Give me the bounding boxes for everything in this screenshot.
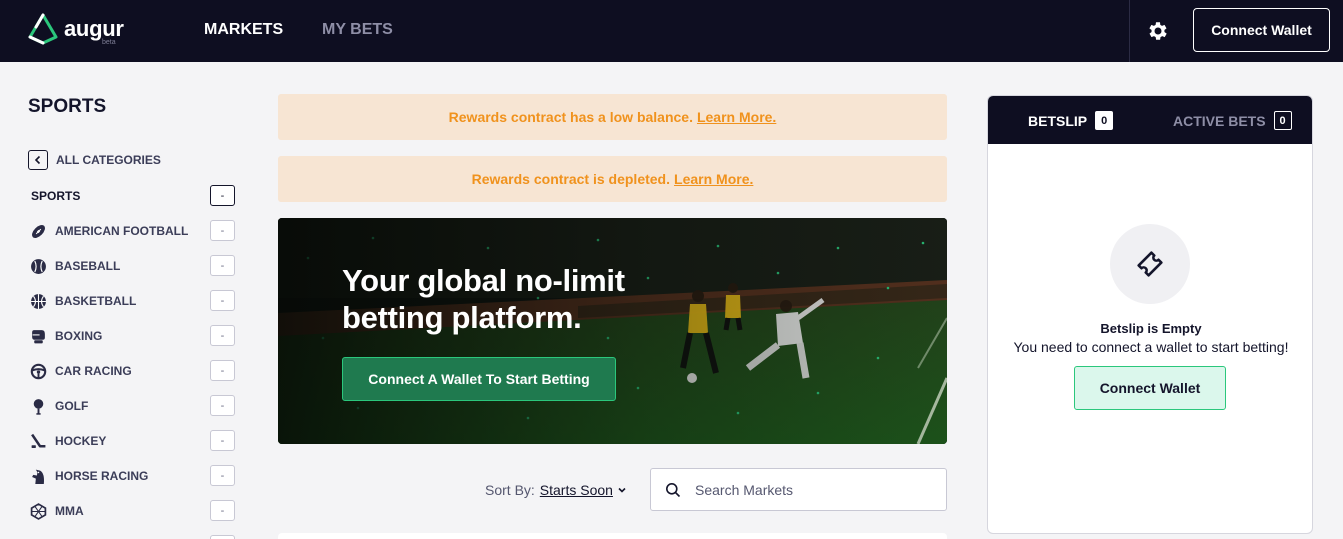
sidebar-item-label: CAR RACING (55, 364, 132, 378)
betslip-empty-title: Betslip is Empty (1100, 321, 1202, 336)
search-icon (666, 482, 681, 497)
sidebar-item-label: HOCKEY (55, 434, 107, 448)
category-count-badge: - (210, 185, 235, 206)
active-bets-count-badge: 0 (1273, 111, 1292, 130)
markets-list (278, 533, 947, 539)
basketball-icon (28, 291, 48, 311)
betslip-panel: BETSLIP 0 ACTIVE BETS 0 Betslip is Empty… (987, 95, 1313, 534)
category-count-badge: - (210, 220, 235, 241)
all-categories-link[interactable]: ALL CATEGORIES (28, 150, 161, 170)
nav-markets[interactable]: MARKETS (204, 21, 283, 39)
hero-banner: Your global no-limit betting platform. C… (278, 218, 947, 444)
sidebar-item-mma[interactable]: MMA - (28, 500, 235, 522)
gear-icon[interactable] (1145, 19, 1169, 43)
chevron-left-icon (28, 150, 48, 170)
connect-wallet-button[interactable]: Connect Wallet (1193, 8, 1330, 52)
sidebar-item-baseball[interactable]: BASEBALL - (28, 255, 235, 277)
sidebar-item-label: HORSE RACING (55, 469, 149, 483)
baseball-icon (28, 256, 48, 276)
sidebar-item-hockey[interactable]: HOCKEY - (28, 430, 235, 452)
category-count-badge: - (210, 325, 235, 346)
sidebar-item-label: SPORTS (31, 189, 81, 203)
hero-title: Your global no-limit betting platform. (342, 263, 625, 335)
notice-text: Rewards contract has a low balance. (448, 109, 693, 125)
boxing-glove-icon (28, 326, 48, 346)
sidebar-item-label: BASEBALL (55, 259, 121, 273)
learn-more-link[interactable]: Learn More. (697, 109, 776, 125)
sort-value: Starts Soon (539, 482, 613, 498)
sidebar-item-sports[interactable]: SPORTS - (28, 185, 235, 207)
notice-text: Rewards contract is depleted. (471, 171, 671, 187)
all-categories-label: ALL CATEGORIES (56, 153, 161, 167)
tab-label: ACTIVE BETS (1173, 112, 1266, 129)
sidebar-item-label: MMA (55, 504, 84, 518)
ticket-icon (1110, 224, 1190, 304)
connect-wallet-cta-button[interactable]: Connect A Wallet To Start Betting (342, 357, 616, 401)
category-count-badge: - (210, 500, 235, 521)
sidebar-item-horse-racing[interactable]: HORSE RACING - (28, 465, 235, 487)
sidebar-item-label: BOXING (55, 329, 103, 343)
american-football-icon (28, 221, 48, 241)
mma-icon (28, 501, 48, 521)
sidebar-item-american-football[interactable]: AMERICAN FOOTBALL - (28, 220, 235, 242)
sidebar-item-golf[interactable]: GOLF - (28, 395, 235, 417)
augur-logo[interactable]: augur beta (28, 13, 124, 47)
steering-wheel-icon (28, 361, 48, 381)
betslip-empty-message: You need to connect a wallet to start be… (1013, 339, 1289, 355)
category-count-badge: - (210, 430, 235, 451)
betslip-connect-wallet-button[interactable]: Connect Wallet (1074, 366, 1226, 410)
sort-dropdown[interactable]: Sort By: Starts Soon (485, 482, 627, 498)
search-input[interactable] (695, 481, 925, 498)
hockey-stick-icon (28, 431, 48, 451)
sidebar-item-label: GOLF (55, 399, 89, 413)
logo-beta-badge: beta (102, 39, 116, 46)
category-count-badge: - (210, 465, 235, 486)
sidebar-item-car-racing[interactable]: CAR RACING - (28, 360, 235, 382)
category-count-badge: - (210, 255, 235, 276)
augur-logo-icon (28, 13, 58, 45)
sort-label: Sort By: (485, 482, 535, 498)
tab-label: BETSLIP (1028, 112, 1088, 129)
sidebar-item-basketball[interactable]: BASKETBALL - (28, 290, 235, 312)
category-count-badge: - (210, 395, 235, 416)
betslip-tabs: BETSLIP 0 ACTIVE BETS 0 (988, 96, 1312, 144)
notice-low-balance: Rewards contract has a low balance. Lear… (278, 94, 947, 140)
notice-depleted: Rewards contract is depleted. Learn More… (278, 156, 947, 202)
sidebar-item-label: AMERICAN FOOTBALL (55, 224, 189, 238)
learn-more-link[interactable]: Learn More. (674, 171, 753, 187)
tab-active-bets[interactable]: ACTIVE BETS 0 (1173, 111, 1292, 130)
sidebar-item-boxing[interactable]: BOXING - (28, 325, 235, 347)
sidebar-title: SPORTS (28, 96, 107, 117)
category-count-badge: - (210, 360, 235, 381)
golf-icon (28, 396, 48, 416)
tab-betslip[interactable]: BETSLIP 0 (1028, 111, 1114, 130)
header-divider (1129, 0, 1130, 62)
category-count-badge: - (210, 290, 235, 311)
sidebar-item-label: BASKETBALL (55, 294, 137, 308)
category-count-badge (210, 535, 235, 539)
horse-icon (28, 466, 48, 486)
betslip-count-badge: 0 (1095, 111, 1114, 130)
nav-my-bets[interactable]: MY BETS (322, 21, 393, 39)
top-navigation-bar: augur beta MARKETS MY BETS Connect Walle… (0, 0, 1343, 62)
chevron-down-icon (618, 487, 626, 493)
search-markets-box (650, 468, 947, 511)
